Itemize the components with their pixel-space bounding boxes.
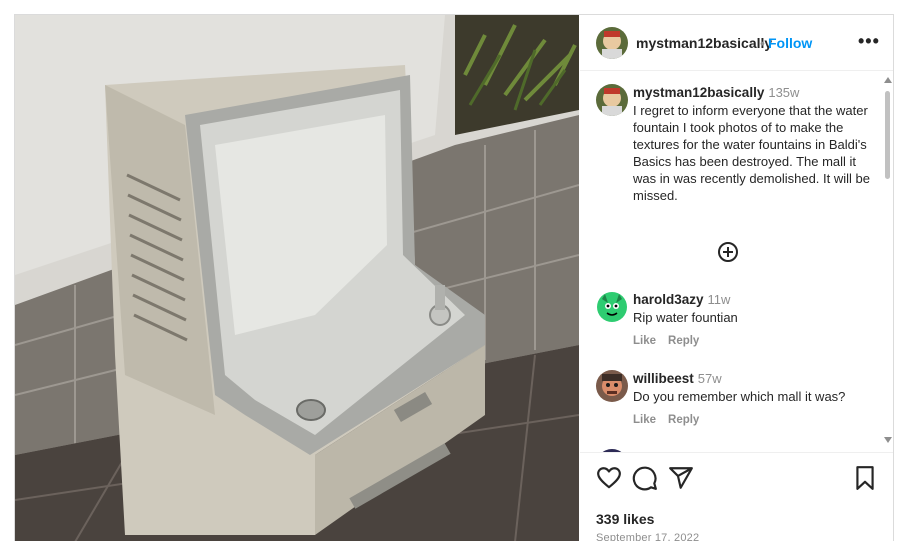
character-avatar-icon: [596, 370, 628, 402]
comment-username[interactable]: harold3azy: [633, 292, 704, 307]
scroll-up-arrow-icon[interactable]: [884, 77, 892, 83]
reply-button[interactable]: Reply: [668, 335, 699, 347]
comment-item: willibeest 57w Do you remember which mall…: [596, 370, 876, 430]
author-avatar-image: [596, 84, 628, 116]
post-side-panel: mystman12basically • Follow ••• mystman1…: [580, 15, 893, 541]
post-header: mystman12basically • Follow •••: [580, 15, 893, 71]
bookmark-icon[interactable]: [852, 465, 878, 491]
comments-scrollbar[interactable]: [883, 75, 893, 445]
author-avatar[interactable]: [596, 27, 628, 59]
scroll-down-arrow-icon[interactable]: [884, 437, 892, 443]
comments-list[interactable]: mystman12basically 135w I regret to infor…: [580, 72, 893, 452]
caption-time[interactable]: 135w: [768, 85, 799, 100]
post-footer: 339 likes September 17, 2022: [580, 452, 893, 541]
caption-author-avatar[interactable]: [596, 84, 628, 116]
comment-time[interactable]: 57w: [698, 371, 722, 386]
comment-text: Do you remember which mall it was?: [633, 389, 846, 404]
comment-actions: Like Reply: [633, 335, 711, 347]
more-options-icon[interactable]: •••: [858, 31, 880, 52]
plus-circle-icon[interactable]: [718, 242, 738, 262]
comment-avatar[interactable]: [596, 370, 628, 402]
comment-text: Rip water fountian: [633, 310, 738, 325]
comment-avatar[interactable]: [596, 291, 628, 323]
comment-actions: Like Reply: [633, 414, 711, 426]
post-photo[interactable]: [15, 15, 579, 541]
follow-button[interactable]: Follow: [768, 35, 812, 51]
share-icon-svg: [669, 467, 693, 489]
bookmark-icon-svg: [856, 466, 874, 490]
comment-time[interactable]: 11w: [708, 292, 731, 307]
green-cat-avatar-icon: [596, 291, 628, 323]
like-comment-button[interactable]: Like: [633, 335, 656, 347]
scrollbar-thumb[interactable]: [885, 91, 890, 179]
reply-button[interactable]: Reply: [668, 414, 699, 426]
post-date[interactable]: September 17, 2022: [596, 532, 699, 541]
caption-item: mystman12basically 135w I regret to infor…: [596, 84, 876, 224]
heart-icon-svg: [597, 467, 621, 489]
separator-dot: •: [760, 35, 765, 51]
post-window: mystman12basically • Follow ••• mystman1…: [14, 14, 894, 541]
water-fountain-photo: [15, 15, 579, 541]
comment-icon[interactable]: [632, 465, 658, 491]
share-icon[interactable]: [668, 465, 694, 491]
comment-item: harold3azy 11w Rip water fountian Like Rep…: [596, 291, 876, 351]
caption-username[interactable]: mystman12basically: [633, 85, 764, 100]
caption-text: I regret to inform everyone that the wat…: [633, 103, 870, 203]
likes-count[interactable]: 339 likes: [596, 511, 654, 527]
comment-username[interactable]: willibeest: [633, 371, 694, 386]
like-comment-button[interactable]: Like: [633, 414, 656, 426]
comment-icon-svg: [632, 466, 657, 491]
author-username[interactable]: mystman12basically: [636, 35, 772, 51]
author-avatar-image: [596, 27, 628, 59]
heart-icon[interactable]: [596, 465, 622, 491]
